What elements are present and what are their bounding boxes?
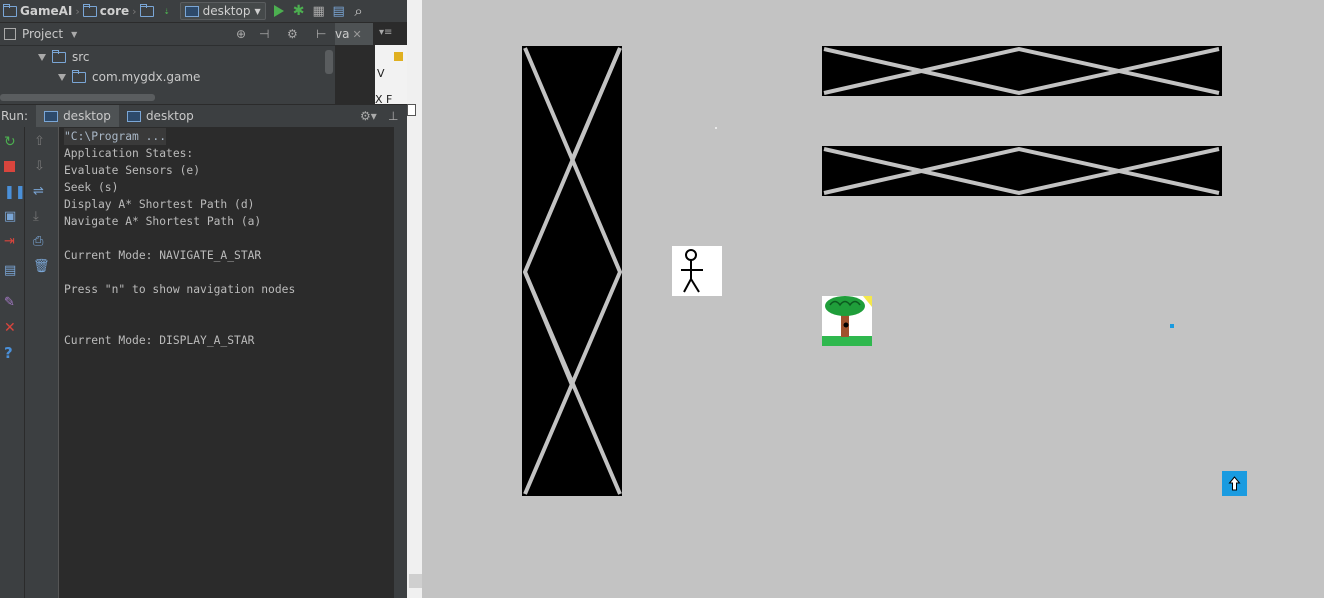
tree-icon[interactable] [822,296,872,346]
tab-menu-icon[interactable]: ▾≡ [379,27,392,38]
editor-letter: V [377,67,385,80]
editor-tab[interactable]: va ✕ [335,23,373,45]
gear-icon[interactable]: ⚙▾ [360,109,377,123]
print-icon[interactable]: ⎙ [33,234,47,249]
expand-arrow-icon[interactable] [58,73,66,81]
project-panel-title[interactable]: Project [22,27,63,41]
sort-icon[interactable]: ⇣ [158,2,176,20]
console-line: Application States: [64,147,194,160]
tree-item-label: com.mygdx.game [92,70,201,84]
chevron-down-icon: ▼ [254,6,261,16]
run-toolbar-left: ↻ ❚❚ ▣ ⇥ ▤ ✎ ✕ ? [0,127,26,598]
desktop-config-icon [184,5,199,17]
breadcrumb-module-label: core [99,4,130,18]
expand-arrow-icon[interactable] [38,53,46,61]
strip-scrollbar [409,574,422,588]
dump-threads-icon[interactable]: ▣ [4,209,18,224]
down-arrow-icon[interactable]: ⇩ [34,159,48,174]
layout-icon[interactable]: ▤ [4,263,18,278]
run-tab-label: desktop [63,109,111,123]
project-view-icon [4,28,16,40]
up-arrow-icon[interactable]: ⇧ [34,134,48,149]
run-panel-header: Run: desktop desktop ⚙▾ ⊥ [0,104,407,128]
run-tab-desktop[interactable]: desktop [119,105,202,127]
strip-checkbox [407,104,416,116]
run-tab-label: desktop [145,109,194,123]
module-folder-icon [82,3,97,17]
project-folder-icon [3,3,17,17]
scroll-from-source-icon[interactable]: ⊕ [236,27,246,41]
desktop-config-icon [44,110,59,122]
navigation-bar: GameAI › core › ⇣ desktop ▼ ✱ ▦ ▤ ⌕ [0,0,407,23]
console-line: Press "n" to show navigation nodes [64,283,296,296]
stop-icon[interactable] [4,161,15,172]
run-panel-label: Run: [1,109,29,123]
goal-marker [1170,324,1174,328]
search-icon[interactable]: ⌕ [350,2,368,20]
coverage-icon[interactable]: ▦ [310,2,328,20]
warning-marker-icon [394,52,403,61]
close-icon[interactable]: ✕ [352,28,361,41]
editor-tab-label: va [335,27,350,41]
vertical-scrollbar[interactable] [325,50,333,74]
rerun-icon[interactable]: ↻ [4,134,18,150]
tree-item-src[interactable]: src [38,49,90,64]
pause-icon[interactable]: ❚❚ [4,185,26,200]
trash-icon[interactable]: 🗑 [33,259,50,274]
breadcrumb-separator: › [132,4,137,18]
breadcrumb-project-label: GameAI [20,4,73,18]
wall-horizontal-middle [822,146,1222,196]
breadcrumb-project[interactable]: GameAI [0,3,75,18]
tree-item-label: src [72,50,90,64]
hide-panel-icon[interactable]: ⊢ [316,27,326,41]
breadcrumb-module[interactable]: core [80,3,132,18]
desktop-config-icon [126,110,141,122]
chevron-down-icon[interactable]: ▼ [71,30,77,39]
run-tab-desktop-active[interactable]: desktop [36,105,119,127]
run-toolbar-right: ⇧ ⇩ ⇌ ⤓ ⎙ 🗑 [25,127,59,598]
game-window[interactable] [422,0,1324,598]
exit-icon[interactable]: ⇥ [4,234,18,249]
wall-vertical [522,46,623,496]
project-tree: src com.mygdx.game [0,46,335,104]
console-line: Current Mode: DISPLAY_A_STAR [64,334,255,347]
console-scrollbar[interactable] [393,127,408,598]
project-panel-header: Project ▼ ⊕ ⊣ ⚙ ⊢ [0,23,335,46]
debug-dot [715,127,717,129]
run-icon[interactable] [270,2,288,20]
gear-icon[interactable]: ⚙ [287,27,298,41]
help-icon[interactable]: ? [4,344,18,362]
tree-item-package[interactable]: com.mygdx.game [58,69,201,84]
run-config-label: desktop [202,4,251,18]
console-line: Current Mode: NAVIGATE_A_STAR [64,249,262,262]
soft-wrap-icon[interactable]: ⇌ [33,184,47,199]
console-line: Navigate A* Shortest Path (a) [64,215,262,228]
stick-figure-icon[interactable] [672,246,722,296]
up-arrow-icon[interactable] [1222,471,1247,496]
console-line: "C:\Program ... [64,128,167,145]
structure-icon[interactable]: ▤ [330,2,348,20]
horizontal-scrollbar[interactable] [0,94,155,101]
editor-fragment: va ✕ ▾≡ V X F [335,23,407,106]
console-line: Seek (s) [64,181,119,194]
close-icon[interactable]: ✕ [4,320,18,336]
background-window-strip [407,0,422,598]
game-canvas[interactable] [422,0,1324,598]
wall-horizontal-top [822,46,1222,96]
folder-icon[interactable] [138,2,156,20]
source-folder-icon [52,49,66,63]
debug-icon[interactable]: ✱ [290,2,308,20]
pin-icon[interactable]: ✎ [4,295,18,310]
hide-panel-icon[interactable]: ⊥ [388,109,398,123]
package-folder-icon [72,69,86,83]
collapse-all-icon[interactable]: ⊣ [259,27,269,41]
scroll-to-end-icon[interactable]: ⤓ [33,209,47,224]
run-config-dropdown[interactable]: desktop ▼ [179,2,266,20]
console-line: Evaluate Sensors (e) [64,164,201,177]
console-output[interactable]: "C:\Program ... Application States: Eval… [59,127,393,598]
console-line: Display A* Shortest Path (d) [64,198,255,211]
